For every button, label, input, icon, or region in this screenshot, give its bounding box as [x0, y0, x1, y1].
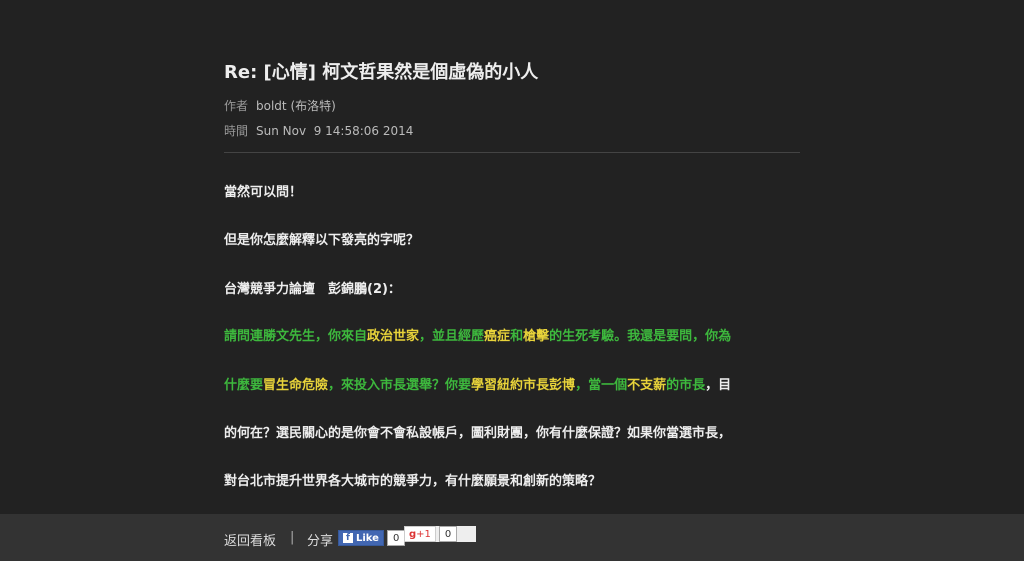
- body-line-colored: 什麼要冒生命危險，來投入市長選舉？你要學習紐約市長彭博，當一個不支薪的市長，目: [224, 374, 731, 393]
- body-text-segment: 的生死考驗。我還是要問，你為: [549, 329, 732, 344]
- facebook-like-button[interactable]: f Like: [338, 530, 384, 546]
- body-line: 但是你怎麼解釋以下發亮的字呢？: [224, 233, 420, 248]
- body-line: 當然可以問！: [224, 185, 303, 200]
- time-label: 時間: [224, 124, 249, 138]
- gplus-label: +1: [416, 528, 431, 540]
- body-text-segment: 的市長: [666, 378, 706, 393]
- body-line-colored: 請問連勝文先生，你來自政治世家，並且經歷癌症和槍擊的生死考驗。我還是要問，你為: [224, 325, 731, 344]
- highlighted-text: 冒生命危險: [263, 378, 329, 393]
- share-label: 分享: [307, 534, 334, 549]
- author: boldt (布洛特): [256, 99, 336, 113]
- highlighted-text: 學習紐約市長彭博: [471, 378, 576, 393]
- highlighted-text: 政治世家: [367, 329, 420, 344]
- author-row: 作者 boldt (布洛特): [224, 97, 336, 114]
- facebook-icon: f: [343, 533, 353, 543]
- body-text-segment: 什麼要: [224, 378, 264, 393]
- time-row: 時間 Sun Nov 9 14:58:06 2014: [224, 122, 413, 139]
- google-plus-button[interactable]: g +1: [404, 526, 436, 542]
- post-time: Sun Nov 9 14:58:06 2014: [256, 124, 414, 138]
- divider: [224, 152, 800, 153]
- facebook-like-widget[interactable]: f Like 0: [338, 530, 406, 546]
- body-line: 的何在？選民關心的是你會不會私設帳戶，圖利財團，你有什麼保證？如果你當選市長，: [224, 426, 732, 441]
- body-text-segment: ，當一個: [575, 378, 628, 393]
- google-plus-widget[interactable]: g +1 0: [404, 526, 476, 542]
- body-text-segment: ，並且經歷: [419, 329, 485, 344]
- separator: |: [290, 530, 295, 545]
- back-to-board-link[interactable]: 返回看板: [224, 530, 276, 549]
- post-title: Re: [心情] 柯文哲果然是個虛偽的小人: [224, 62, 539, 83]
- body-text-segment: ，目: [705, 378, 732, 393]
- body-line: 對台北市提升世界各大城市的競爭力，有什麼願景和創新的策略？: [224, 474, 602, 489]
- footer-bar: [0, 514, 1024, 561]
- like-label: Like: [356, 532, 379, 544]
- author-label: 作者: [224, 99, 249, 113]
- body-line: 台灣競爭力論壇 彭錦鵬(2)：: [224, 282, 401, 297]
- highlighted-text: 癌症: [484, 329, 511, 344]
- highlighted-text: 槍擊: [523, 329, 550, 344]
- like-count: 0: [386, 530, 406, 546]
- gplus-count: 0: [438, 526, 458, 542]
- body-text-segment: ，來投入市長選舉？你要: [328, 378, 472, 393]
- body-text-segment: 和: [510, 329, 524, 344]
- highlighted-text: 不支薪: [627, 378, 667, 393]
- body-text-segment: 請問連勝文先生，你來自: [224, 329, 368, 344]
